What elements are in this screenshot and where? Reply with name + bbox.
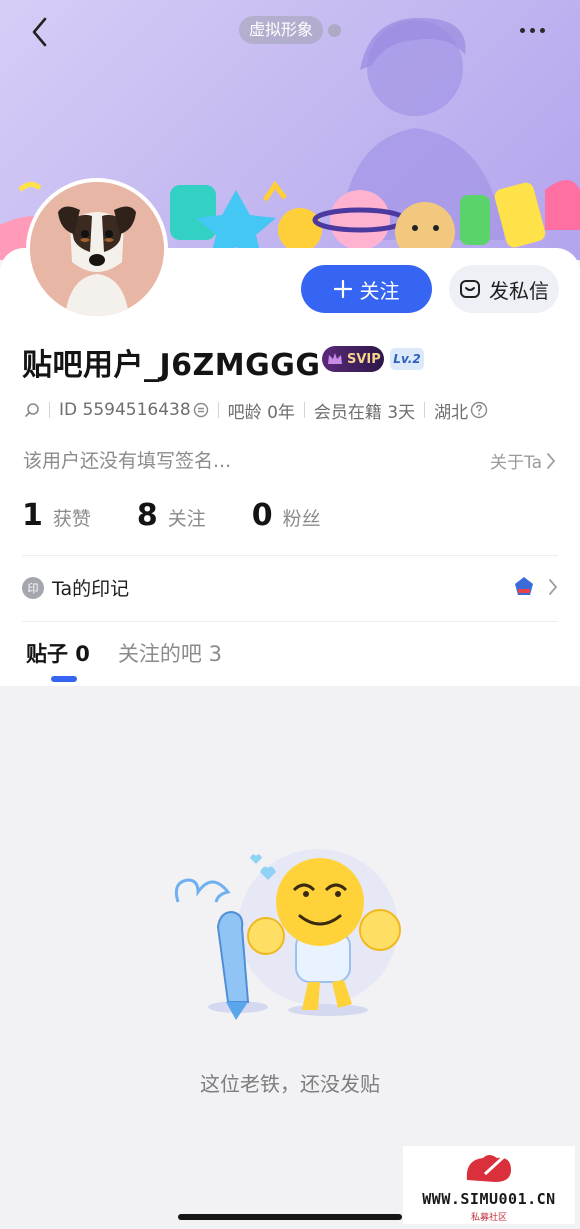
bar-age: 吧龄 0年 bbox=[227, 402, 295, 423]
medal-icon bbox=[515, 577, 533, 595]
empty-state-illustration bbox=[174, 849, 401, 1020]
divider bbox=[22, 621, 558, 622]
signature: 该用户还没有填写签名... bbox=[23, 450, 232, 472]
home-indicator[interactable] bbox=[178, 1214, 402, 1220]
empty-state-text: 这位老铁，还没发贴 bbox=[200, 1072, 380, 1096]
divider bbox=[22, 555, 558, 556]
location: 湖北 bbox=[434, 402, 469, 423]
envelope-icon bbox=[460, 280, 480, 298]
direct-message-button[interactable]: 发私信 bbox=[449, 265, 559, 313]
chevron-right-icon bbox=[547, 452, 556, 469]
direct-message-label: 发私信 bbox=[489, 278, 549, 303]
avatar[interactable] bbox=[26, 178, 168, 320]
stats-row: 1 获赞 8 关注 0 粉丝 bbox=[22, 498, 365, 533]
profile-tabs: 贴子 0 关注的吧 3 bbox=[26, 638, 222, 668]
crown-icon bbox=[328, 353, 342, 364]
more-options-button[interactable] bbox=[514, 18, 550, 42]
tab-followed-bars[interactable]: 关注的吧 3 bbox=[118, 638, 222, 668]
imprint-label: Ta的印记 bbox=[52, 578, 130, 600]
site-watermark: WWW.SIMU001.CN 私募社区 bbox=[403, 1146, 575, 1224]
virtual-avatar-tag[interactable]: 虚拟形象 bbox=[239, 16, 324, 44]
active-tab-indicator bbox=[51, 676, 77, 682]
imprint-medal[interactable] bbox=[512, 575, 558, 599]
follow-button-label: 关注 bbox=[359, 278, 400, 303]
follow-button[interactable]: 关注 bbox=[301, 265, 432, 313]
stat-likes[interactable]: 1 获赞 bbox=[22, 498, 91, 533]
dog-avatar-image bbox=[30, 182, 164, 316]
plus-icon bbox=[333, 280, 352, 298]
watermark-logo-icon bbox=[466, 1150, 511, 1182]
indicator-dot bbox=[328, 24, 341, 37]
chevron-right-icon bbox=[549, 579, 558, 595]
stat-following[interactable]: 8 关注 bbox=[137, 498, 206, 533]
help-icon[interactable] bbox=[470, 401, 488, 419]
imprint-badge-icon: 印 bbox=[22, 576, 44, 599]
search-icon[interactable] bbox=[24, 402, 40, 418]
svip-badge[interactable]: SVIP bbox=[322, 346, 384, 372]
imprint-row[interactable]: 印 Ta的印记 bbox=[22, 574, 129, 601]
back-button[interactable] bbox=[24, 12, 54, 52]
tab-posts[interactable]: 贴子 0 bbox=[26, 638, 90, 668]
copy-icon[interactable] bbox=[193, 402, 209, 418]
username: 贴吧用户_J6ZMGGG bbox=[22, 348, 321, 383]
member-days: 会员在籍 3天 bbox=[313, 402, 416, 423]
watermark-site: WWW.SIMU001.CN bbox=[422, 1190, 556, 1208]
watermark-subtitle: 私募社区 bbox=[470, 1213, 507, 1223]
chevron-left-icon bbox=[32, 17, 47, 47]
user-id: ID 5594516438 bbox=[59, 400, 191, 420]
stat-followers[interactable]: 0 粉丝 bbox=[252, 498, 321, 533]
profile-meta: ID 5594516438 吧龄 0年 会员在籍 3天 湖北 bbox=[24, 398, 488, 423]
about-link[interactable]: 关于Ta bbox=[490, 448, 556, 473]
level-badge[interactable]: Lv.2 bbox=[390, 348, 424, 370]
